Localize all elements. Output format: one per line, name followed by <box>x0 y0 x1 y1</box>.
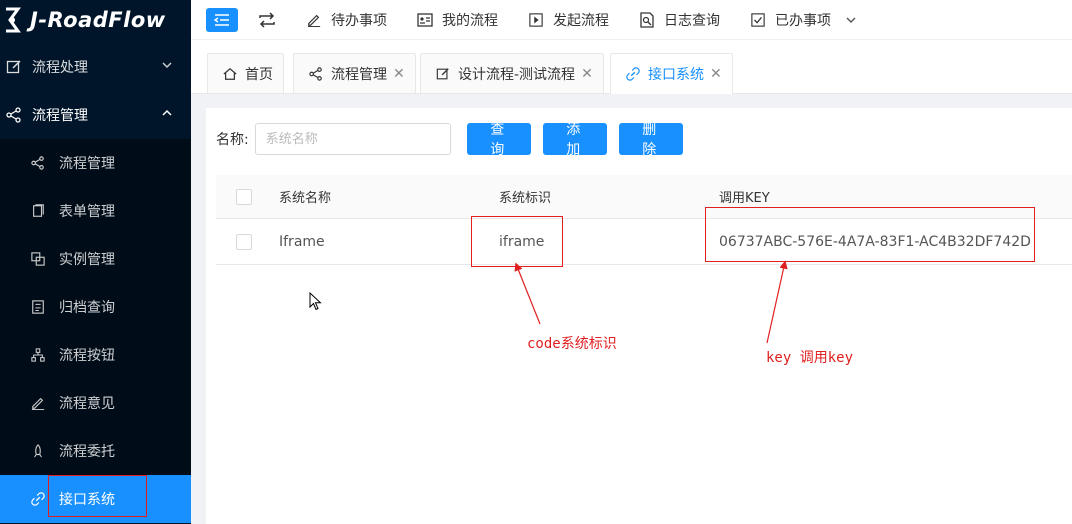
annotation-arrows <box>514 260 788 344</box>
mouse-cursor-icon <box>309 292 322 311</box>
arrow-code <box>514 262 541 325</box>
annotation-code-label: code系统标识 <box>527 336 617 352</box>
arrow-key <box>766 260 788 344</box>
annotation-key-label: key 调用key <box>766 350 854 366</box>
